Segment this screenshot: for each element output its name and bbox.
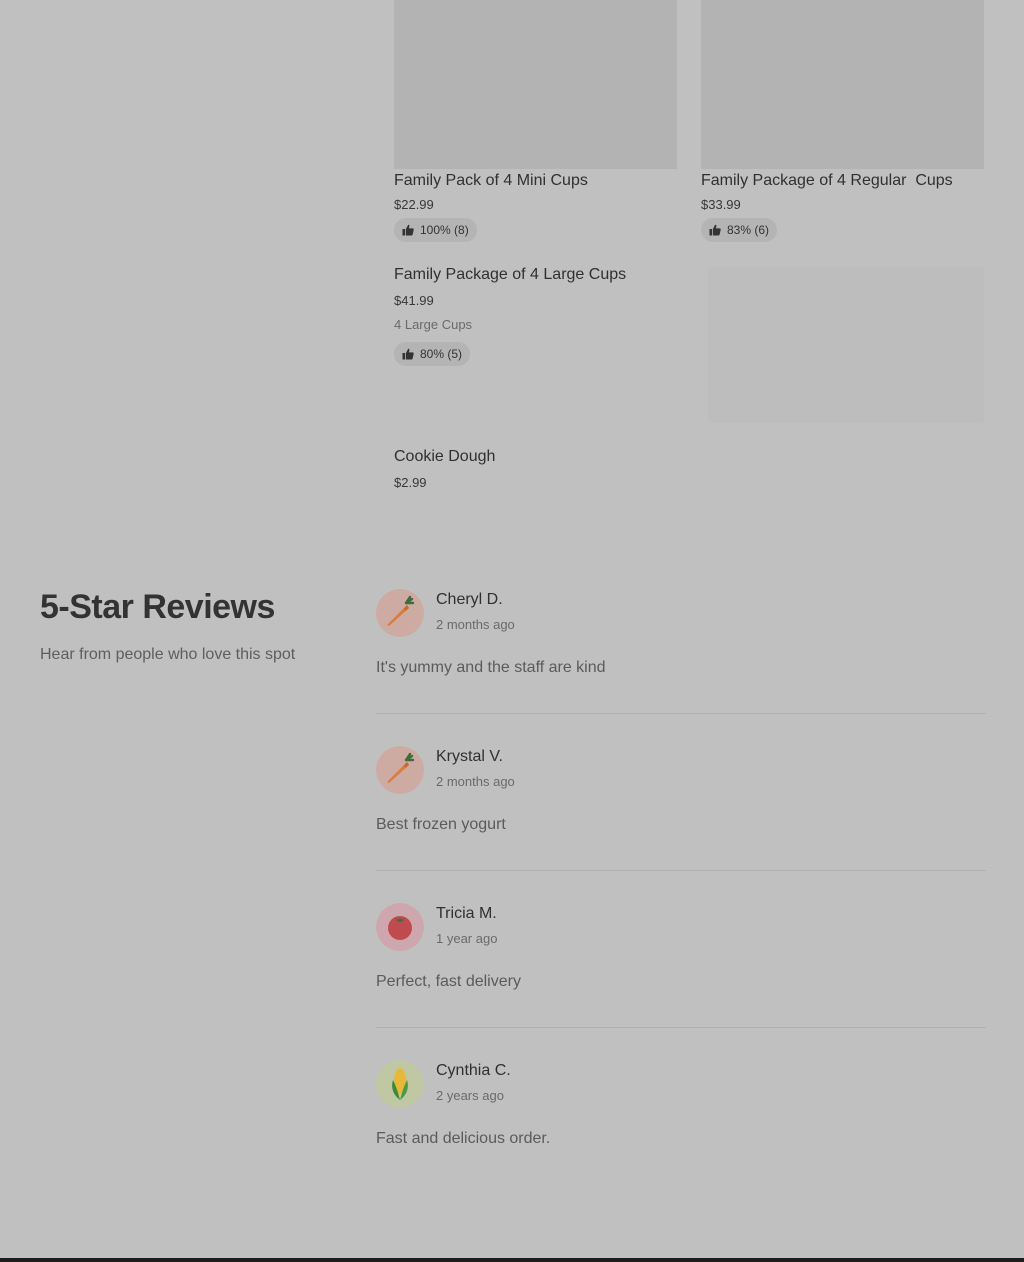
page-bottom-edge xyxy=(0,1258,1024,1262)
rating-text: 83% (6) xyxy=(727,223,770,237)
review-text: It's yummy and the staff are kind xyxy=(376,659,606,676)
reviewer-name: Tricia M. xyxy=(436,905,497,922)
rating-badge: 80% (5) xyxy=(394,342,471,366)
avatar xyxy=(376,746,424,794)
rating-text: 100% (8) xyxy=(420,223,469,237)
product-name[interactable]: Cookie Dough xyxy=(394,448,495,466)
section-title: 5-Star Reviews xyxy=(40,588,275,626)
review-date: 1 year ago xyxy=(436,931,498,946)
rating-text: 80% (5) xyxy=(420,347,463,361)
review-date: 2 months ago xyxy=(436,617,515,632)
product-price: $41.99 xyxy=(394,293,434,308)
divider xyxy=(376,1027,986,1028)
review-text: Perfect, fast delivery xyxy=(376,973,521,990)
tomato-icon xyxy=(376,903,424,951)
avatar xyxy=(376,1060,424,1108)
product-price: $33.99 xyxy=(701,197,741,212)
review-date: 2 years ago xyxy=(436,1088,504,1103)
product-image[interactable] xyxy=(701,0,984,169)
divider xyxy=(376,870,986,871)
carrot-icon xyxy=(376,589,424,637)
thumbs-up-icon xyxy=(402,224,414,236)
thumbs-up-icon xyxy=(709,224,721,236)
review-text: Fast and delicious order. xyxy=(376,1130,551,1147)
reviewer-name: Cheryl D. xyxy=(436,591,503,608)
product-name[interactable]: Family Package of 4 Regular Cups xyxy=(701,172,953,190)
avatar xyxy=(376,589,424,637)
reviewer-name: Krystal V. xyxy=(436,748,503,765)
corn-icon xyxy=(376,1060,424,1108)
carrot-icon xyxy=(376,746,424,794)
avatar xyxy=(376,903,424,951)
product-image[interactable] xyxy=(708,266,984,423)
product-name[interactable]: Family Pack of 4 Mini Cups xyxy=(394,172,588,190)
section-subtitle: Hear from people who love this spot xyxy=(40,646,296,663)
product-price: $2.99 xyxy=(394,475,427,490)
product-name[interactable]: Family Package of 4 Large Cups xyxy=(394,266,626,284)
product-image[interactable] xyxy=(394,0,677,169)
reviewer-name: Cynthia C. xyxy=(436,1062,511,1079)
product-price: $22.99 xyxy=(394,197,434,212)
thumbs-up-icon xyxy=(402,348,414,360)
review-text: Best frozen yogurt xyxy=(376,816,506,833)
product-description: 4 Large Cups xyxy=(394,317,473,332)
rating-badge: 83% (6) xyxy=(701,218,778,242)
review-date: 2 months ago xyxy=(436,774,515,789)
rating-badge: 100% (8) xyxy=(394,218,477,242)
divider xyxy=(376,713,986,714)
